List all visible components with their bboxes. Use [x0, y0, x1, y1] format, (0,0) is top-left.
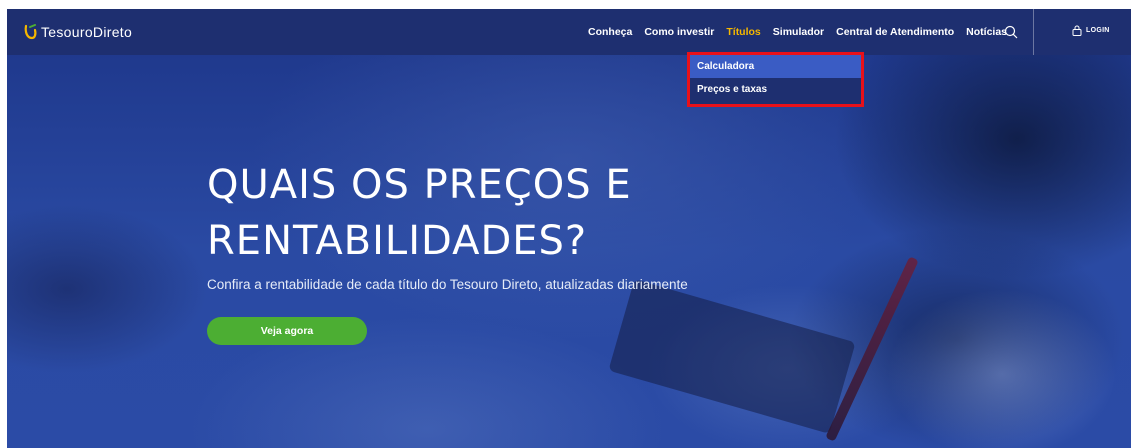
logo-text: TesouroDireto — [41, 24, 133, 40]
nav-conheca[interactable]: Conheça — [582, 26, 638, 38]
veja-agora-button[interactable]: Veja agora — [207, 317, 367, 345]
header-divider — [1033, 9, 1034, 55]
main-nav: Conheça Como investir Títulos Simulador … — [582, 9, 1013, 55]
nav-como-investir[interactable]: Como investir — [638, 26, 720, 38]
site-logo[interactable]: TesouroDireto — [23, 22, 132, 42]
hero-image-hand — [887, 289, 1117, 448]
login-label: LOGIN — [1086, 27, 1110, 34]
nav-titulos[interactable]: Títulos — [720, 26, 766, 38]
tesouro-logo-icon — [24, 24, 37, 40]
nav-simulador[interactable]: Simulador — [767, 26, 830, 38]
titulos-dropdown: Calculadora Preços e taxas — [687, 52, 864, 107]
browser-viewport: TesouroDireto Conheça Como investir Títu… — [7, 9, 1131, 448]
hero-subtitle: Confira a rentabilidade de cada título d… — [207, 277, 688, 292]
nav-central-atendimento[interactable]: Central de Atendimento — [830, 26, 960, 38]
hero-title: QUAIS OS PREÇOS E RENTABILIDADES? — [207, 157, 807, 269]
dropdown-item-calculadora[interactable]: Calculadora — [690, 55, 861, 78]
login-button[interactable]: LOGIN — [1072, 25, 1110, 36]
search-icon[interactable] — [1004, 25, 1018, 39]
lock-icon — [1072, 25, 1082, 36]
site-header: TesouroDireto Conheça Como investir Títu… — [7, 9, 1131, 55]
hero-title-line-2: RENTABILIDADES? — [207, 218, 588, 264]
dropdown-item-precos-e-taxas[interactable]: Preços e taxas — [690, 78, 861, 101]
hero-title-line-1: QUAIS OS PREÇOS E — [207, 162, 632, 208]
